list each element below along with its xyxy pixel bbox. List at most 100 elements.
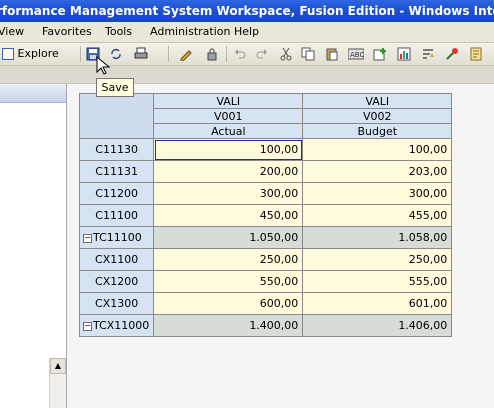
row-header-cell[interactable]: CX1300	[78, 292, 155, 315]
undo-icon	[235, 49, 246, 59]
data-cell-actual[interactable]: 600,00	[153, 292, 304, 315]
column-header-cell[interactable]: Actual	[153, 123, 304, 139]
data-cell-budget[interactable]: 300,00	[302, 182, 453, 205]
menu-bar: View Favorites Tools Administration Help	[0, 22, 494, 43]
table-row: CX1200 550,00 555,00	[78, 270, 453, 293]
menu-view[interactable]: View	[0, 22, 24, 42]
table-row: C11131 200,00 203,00	[78, 160, 453, 183]
row-label: CX1300	[95, 297, 139, 310]
chart-button[interactable]	[396, 46, 412, 62]
column-header-cell[interactable]: V002	[302, 108, 453, 124]
left-panel-scrollbar[interactable]: ▲	[49, 358, 66, 408]
column-header-cell[interactable]: VALI	[153, 93, 304, 109]
redo-icon	[256, 49, 267, 59]
refresh-button[interactable]	[108, 46, 124, 62]
data-cell-actual[interactable]: 1.400,00	[153, 314, 304, 337]
column-header-cell[interactable]: Budget	[302, 123, 453, 139]
menu-favorites[interactable]: Favorites	[42, 22, 92, 42]
wrench-icon	[446, 48, 458, 60]
sort-button[interactable]	[420, 46, 436, 62]
data-cell-actual[interactable]: 250,00	[153, 248, 304, 271]
data-cell-actual[interactable]: 100,00	[153, 138, 304, 161]
menu-administration[interactable]: Administration	[150, 22, 231, 42]
row-header-cell[interactable]: C11100	[78, 204, 155, 227]
row-label: CX1100	[95, 253, 139, 266]
explore-label: Explore	[17, 47, 59, 60]
sort-icon	[423, 49, 434, 59]
row-label: TC11100	[93, 231, 142, 244]
copy-icon	[301, 47, 315, 61]
data-grid: VALI VALI V001 V002 Actual Budget C11130…	[78, 93, 453, 337]
data-cell-budget[interactable]: 1.058,00	[302, 226, 453, 249]
svg-text:ABC: ABC	[350, 51, 364, 59]
row-header-cell[interactable]: C11131	[78, 160, 155, 183]
row-header-cell[interactable]: − TCX11000	[78, 314, 155, 337]
data-cell-budget[interactable]: 455,00	[302, 204, 453, 227]
menu-tools[interactable]: Tools	[105, 22, 132, 42]
lock-icon	[207, 48, 217, 61]
table-row: CX1300 600,00 601,00	[78, 292, 453, 315]
scroll-up-arrow-icon[interactable]: ▲	[50, 358, 66, 374]
tools-button[interactable]	[444, 46, 460, 62]
paste-button[interactable]	[324, 46, 340, 62]
row-label: C11131	[95, 165, 138, 178]
spellcheck-button[interactable]: ABC	[348, 46, 364, 62]
table-row: C11130 100,00 100,00	[78, 138, 453, 161]
column-header-cell[interactable]: V001	[153, 108, 304, 124]
toolbar-separator	[226, 46, 227, 62]
row-label: C11130	[95, 143, 138, 156]
row-label: C11200	[95, 187, 138, 200]
data-cell-budget[interactable]: 250,00	[302, 248, 453, 271]
workspace-tab-strip	[0, 66, 494, 84]
data-cell-budget[interactable]: 601,00	[302, 292, 453, 315]
collapse-icon[interactable]: −	[83, 233, 92, 243]
table-row: C11200 300,00 300,00	[78, 182, 453, 205]
table-row: − TCX11000 1.400,00 1.406,00	[78, 314, 453, 337]
data-cell-actual[interactable]: 550,00	[153, 270, 304, 293]
window-title-bar: rformance Management System Workspace, F…	[0, 0, 494, 22]
row-header-cell[interactable]: CX1100	[78, 248, 155, 271]
save-tooltip: Save	[96, 78, 134, 97]
notes-icon	[470, 47, 482, 61]
print-button[interactable]	[133, 46, 149, 62]
row-header-cell[interactable]: C11200	[78, 182, 155, 205]
pencil-icon	[180, 50, 192, 61]
edit-button[interactable]	[178, 46, 194, 62]
data-cell-actual[interactable]: 300,00	[153, 182, 304, 205]
menu-help[interactable]: Help	[234, 22, 259, 42]
insert-button[interactable]	[372, 46, 388, 62]
copy-button[interactable]	[300, 46, 316, 62]
row-header-cell[interactable]: C11130	[78, 138, 155, 161]
lock-button[interactable]	[204, 46, 220, 62]
data-cell-budget[interactable]: 555,00	[302, 270, 453, 293]
undo-button[interactable]	[232, 46, 248, 62]
notes-button[interactable]	[468, 46, 484, 62]
insert-icon	[373, 48, 386, 61]
print-icon	[134, 47, 148, 59]
left-panel-header	[0, 84, 66, 103]
table-row: − TC11100 1.050,00 1.058,00	[78, 226, 453, 249]
redo-button[interactable]	[254, 46, 270, 62]
table-row: CX1100 250,00 250,00	[78, 248, 453, 271]
cut-icon	[280, 47, 292, 61]
explore-button[interactable]: Explore	[2, 43, 59, 65]
left-panel: ▲	[0, 84, 67, 408]
column-header-cell[interactable]: VALI	[302, 93, 453, 109]
data-cell-budget[interactable]: 1.406,00	[302, 314, 453, 337]
grid-corner	[78, 93, 155, 139]
spellcheck-icon: ABC	[348, 48, 364, 60]
toolbar-separator	[168, 46, 169, 62]
row-label: TCX11000	[93, 319, 150, 332]
cut-button[interactable]	[278, 46, 294, 62]
toolbar-separator	[80, 46, 81, 62]
collapse-icon[interactable]: −	[83, 321, 92, 331]
data-cell-budget[interactable]: 100,00	[302, 138, 453, 161]
data-cell-actual[interactable]: 450,00	[153, 204, 304, 227]
row-header-cell[interactable]: − TC11100	[78, 226, 155, 249]
row-header-cell[interactable]: CX1200	[78, 270, 155, 293]
mouse-cursor-icon	[96, 56, 110, 75]
toolbar: Explore ABC	[0, 43, 494, 66]
data-cell-actual[interactable]: 1.050,00	[153, 226, 304, 249]
data-cell-budget[interactable]: 203,00	[302, 160, 453, 183]
data-cell-actual[interactable]: 200,00	[153, 160, 304, 183]
